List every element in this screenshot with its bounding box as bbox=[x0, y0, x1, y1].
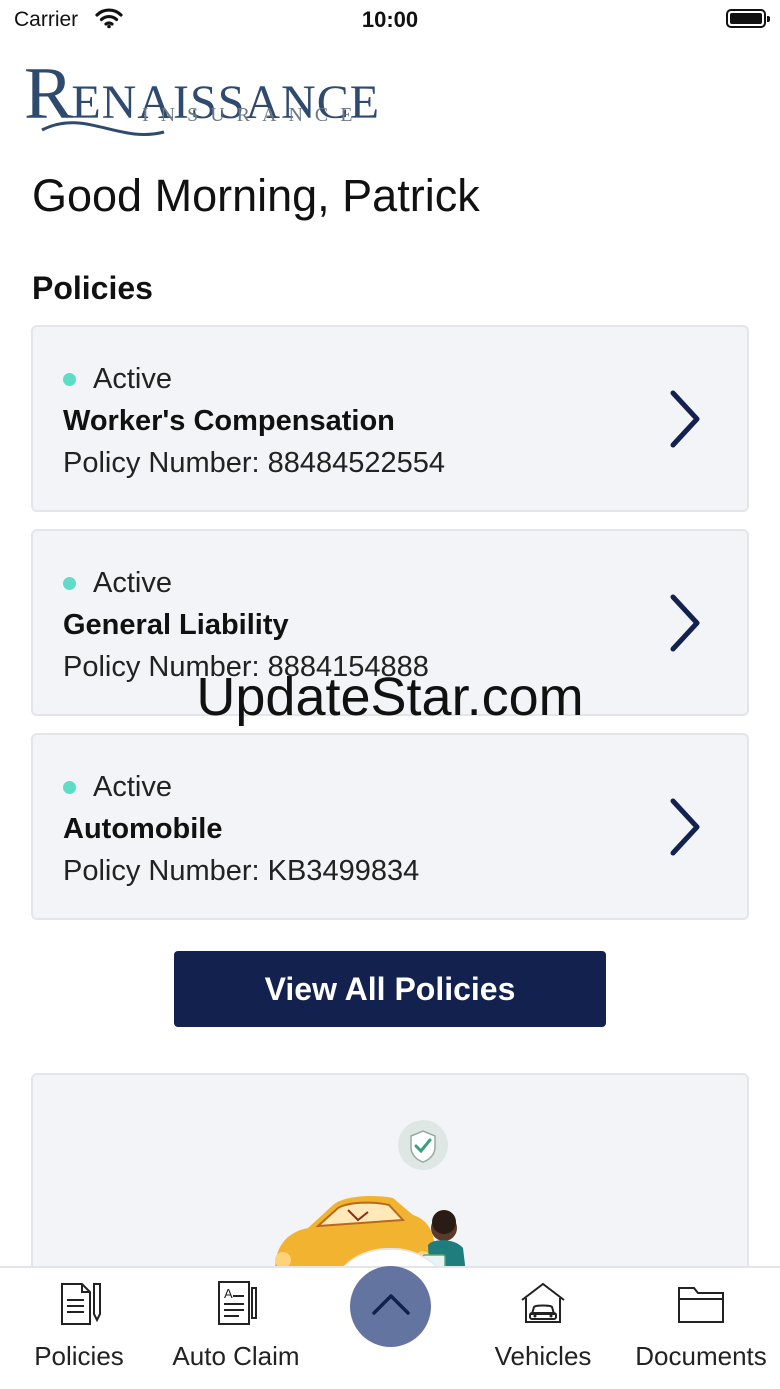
policy-name: General Liability bbox=[63, 609, 289, 641]
expand-menu-button[interactable] bbox=[350, 1266, 431, 1347]
policy-card-workers-compensation[interactable]: Active Worker's Compensation Policy Numb… bbox=[31, 325, 749, 512]
greeting: Good Morning, Patrick bbox=[32, 170, 480, 221]
policy-name: Worker's Compensation bbox=[63, 405, 395, 437]
policy-number-label: Policy Number: bbox=[63, 855, 260, 887]
battery-icon bbox=[726, 9, 770, 28]
policy-document-icon bbox=[18, 1278, 140, 1333]
tab-label: Vehicles bbox=[494, 1341, 592, 1371]
folder-icon bbox=[626, 1278, 776, 1333]
tab-label: Documents bbox=[635, 1341, 767, 1371]
policy-number: KB3499834 bbox=[267, 855, 420, 887]
tab-policies[interactable]: Policies bbox=[18, 1268, 140, 1389]
svg-text:A: A bbox=[224, 1286, 233, 1301]
chevron-up-icon bbox=[371, 1292, 411, 1321]
policy-card-general-liability[interactable]: Active General Liability Policy Number: 8… bbox=[31, 529, 749, 716]
clock: 10:00 bbox=[361, 7, 419, 32]
chevron-right-icon[interactable] bbox=[667, 593, 703, 658]
policy-status: Active bbox=[93, 363, 172, 395]
chevron-right-icon[interactable] bbox=[667, 389, 703, 454]
policy-number-label: Policy Number: bbox=[63, 651, 260, 683]
policy-name: Automobile bbox=[63, 813, 223, 845]
logo-initial: R bbox=[24, 53, 73, 135]
active-status-dot bbox=[63, 577, 76, 590]
renaissance-logo: RENAISSANCE INSURANCE bbox=[24, 48, 384, 143]
status-bar: Carrier 10:00 bbox=[0, 0, 780, 40]
policies-heading: Policies bbox=[32, 270, 153, 306]
tab-documents[interactable]: Documents bbox=[626, 1268, 776, 1389]
garage-car-icon bbox=[484, 1278, 602, 1333]
tab-vehicles[interactable]: Vehicles bbox=[484, 1268, 602, 1389]
view-all-policies-button[interactable]: View All Policies bbox=[174, 951, 606, 1027]
policy-number: 88484522554 bbox=[267, 447, 446, 479]
active-status-dot bbox=[63, 373, 76, 386]
tab-auto-claim[interactable]: A Auto Claim bbox=[160, 1268, 312, 1389]
policy-status: Active bbox=[93, 771, 172, 803]
policy-card-automobile[interactable]: Active Automobile Policy Number: KB349983… bbox=[31, 733, 749, 920]
claim-form-icon: A bbox=[160, 1278, 312, 1333]
policy-number: 8884154888 bbox=[267, 651, 429, 683]
policy-status: Active bbox=[93, 567, 172, 599]
tab-label: Policies bbox=[34, 1341, 124, 1371]
active-status-dot bbox=[63, 781, 76, 794]
logo-subtitle: INSURANCE bbox=[142, 104, 365, 126]
chevron-right-icon[interactable] bbox=[667, 797, 703, 862]
policy-number-label: Policy Number: bbox=[63, 447, 260, 479]
tab-label: Auto Claim bbox=[172, 1341, 300, 1371]
